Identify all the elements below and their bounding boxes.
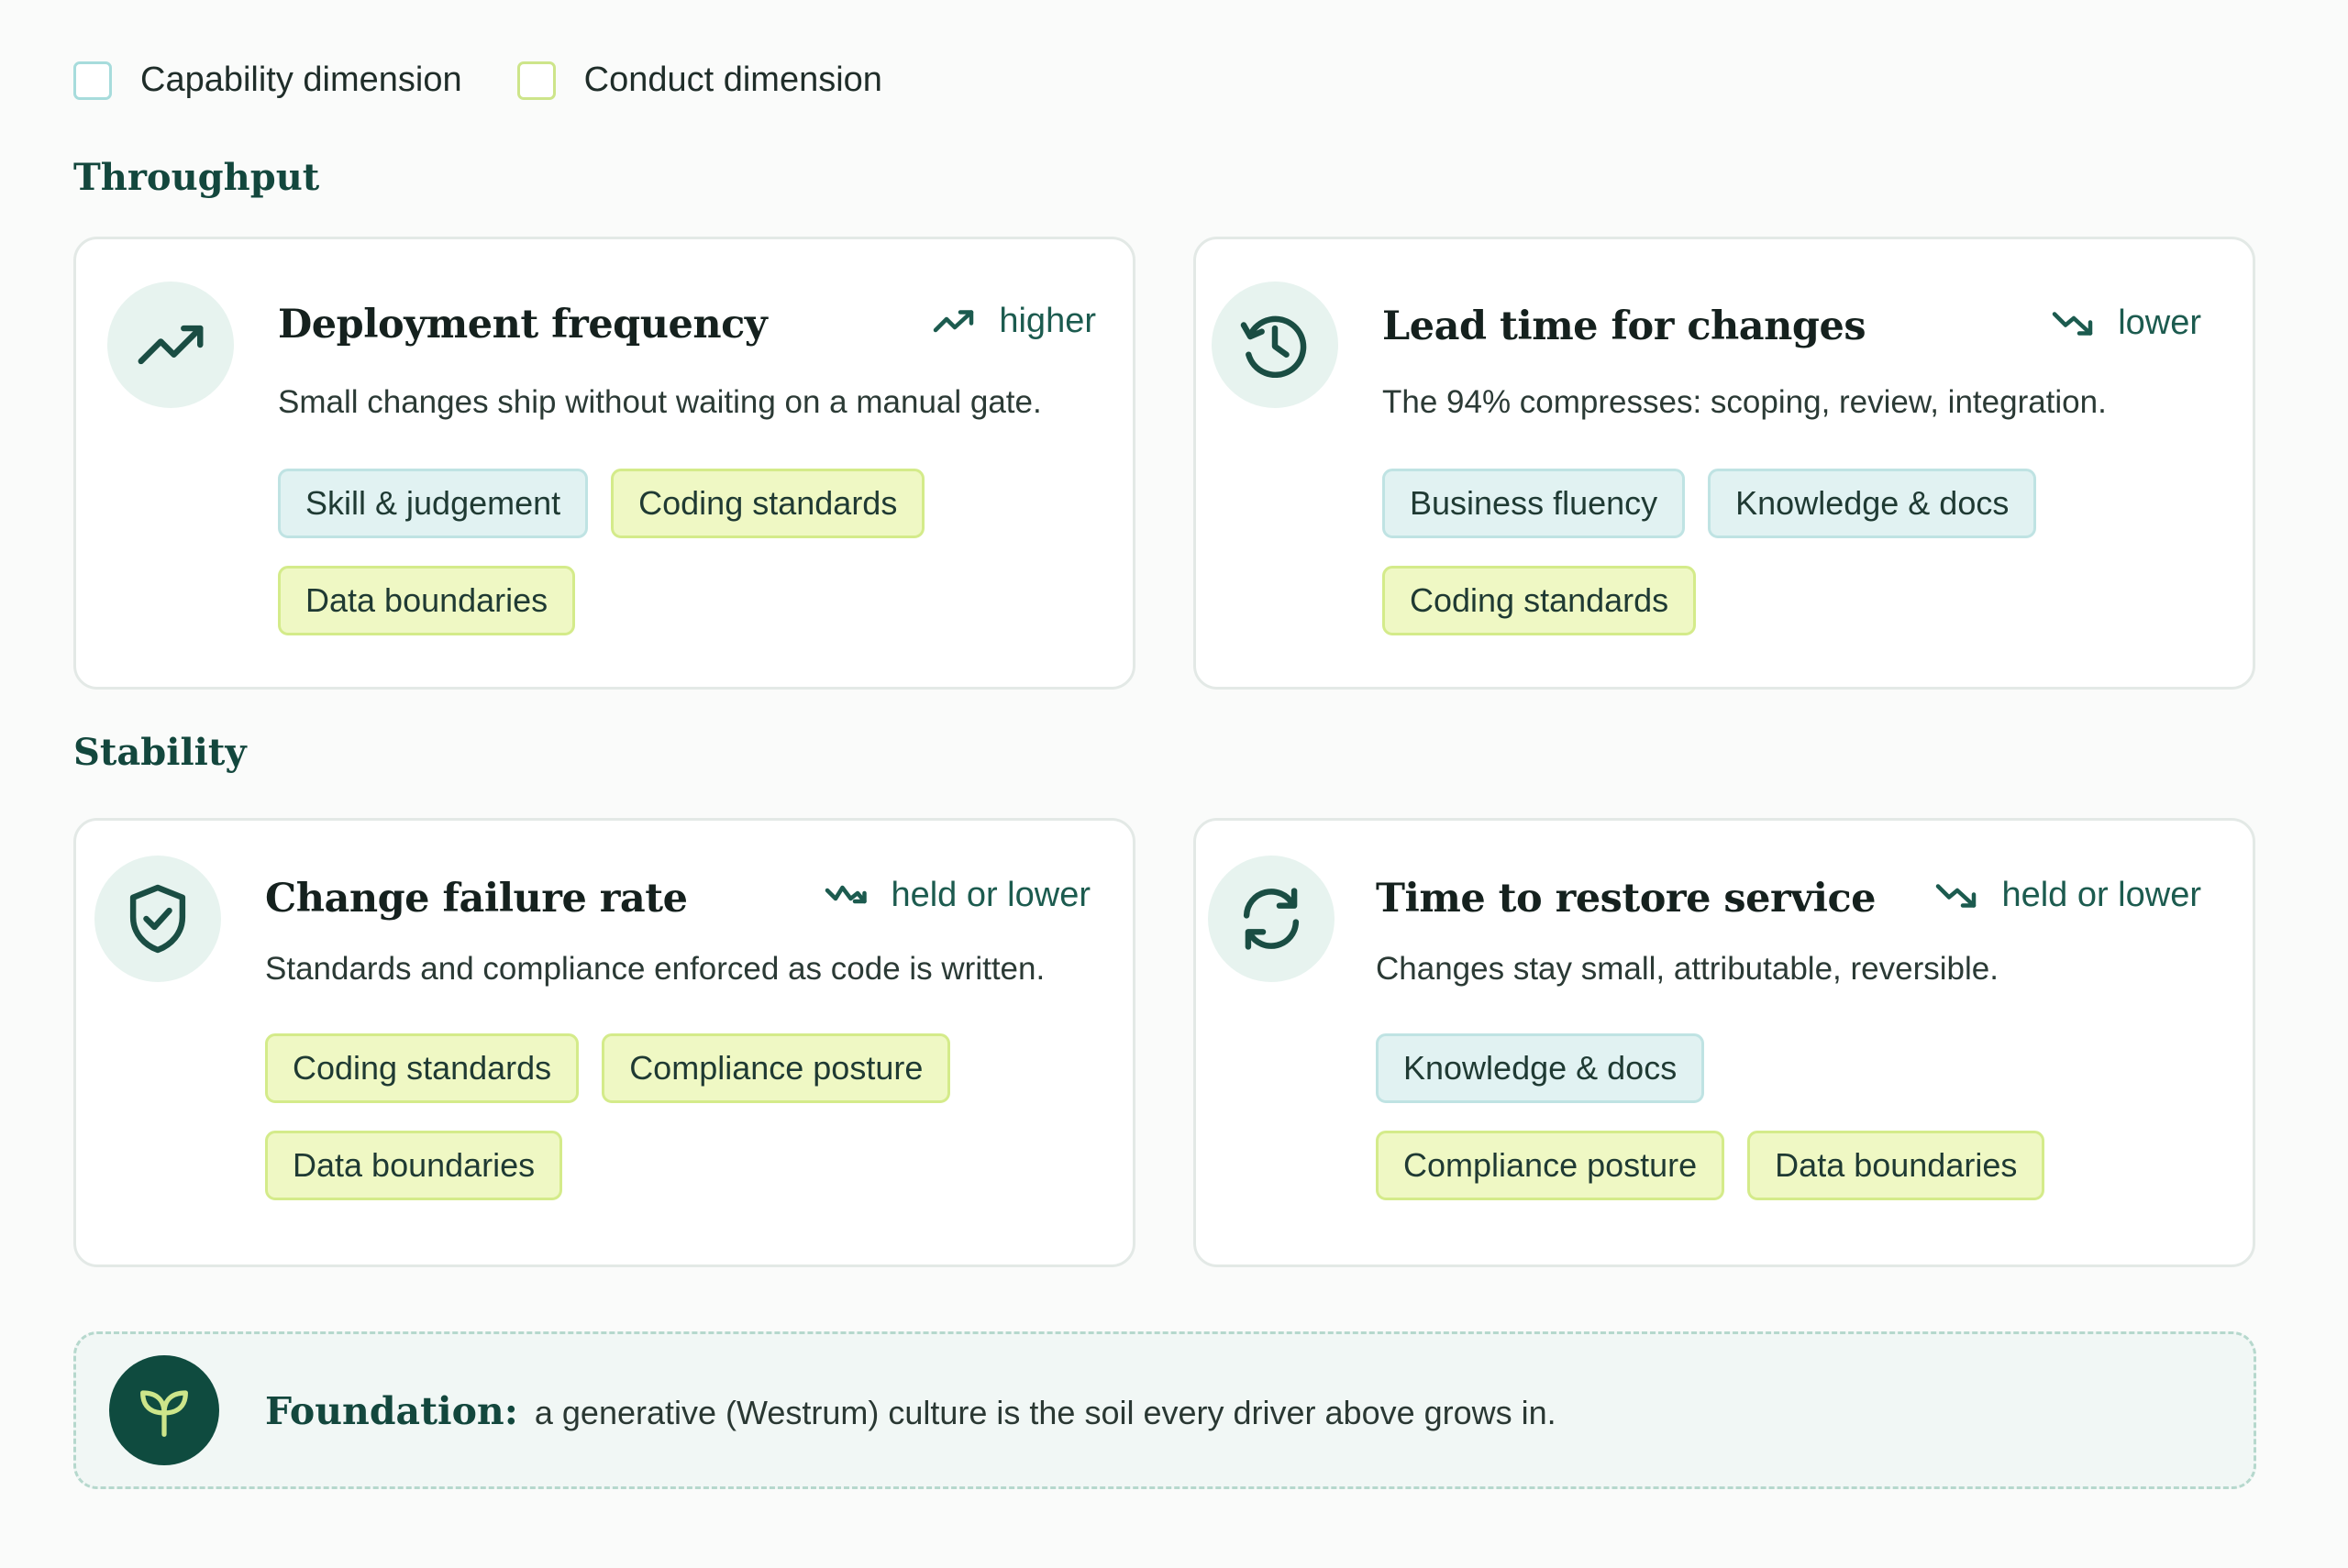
- card-title: Change failure rate: [265, 876, 688, 922]
- card-deployment-frequency: Deployment frequency higher Small change…: [73, 237, 1135, 690]
- refresh-icon: [1208, 856, 1335, 982]
- card-title: Lead time for changes: [1382, 304, 1866, 349]
- foundation-banner: Foundation: a generative (Westrum) cultu…: [73, 1331, 2256, 1489]
- card-title: Time to restore service: [1376, 876, 1877, 922]
- card-title: Deployment frequency: [278, 302, 768, 348]
- tag-coding-standards[interactable]: Coding standards: [611, 469, 925, 538]
- card-time-to-restore: Time to restore service held or lower Ch…: [1193, 818, 2255, 1267]
- tag-knowledge-docs[interactable]: Knowledge & docs: [1708, 469, 2037, 538]
- tag-knowledge-docs[interactable]: Knowledge & docs: [1376, 1033, 1705, 1103]
- tag-data-boundaries[interactable]: Data boundaries: [278, 566, 576, 635]
- tag-list: Coding standards Compliance posture Data…: [265, 1033, 962, 1200]
- card-description: Standards and compliance enforced as cod…: [265, 951, 1046, 987]
- section-title-throughput: Throughput: [73, 156, 320, 199]
- legend-conduct[interactable]: Conduct dimension: [516, 61, 882, 100]
- trend-zigzag-down-icon: [825, 885, 868, 903]
- sprout-icon: [109, 1355, 219, 1465]
- tag-compliance-posture[interactable]: Compliance posture: [602, 1033, 951, 1103]
- trend-label: held or lower: [891, 876, 1091, 914]
- tag-data-boundaries[interactable]: Data boundaries: [1747, 1131, 2045, 1200]
- capability-checkbox[interactable]: [73, 61, 112, 100]
- trend-indicator: lower: [2052, 304, 2201, 343]
- trend-indicator: held or lower: [825, 876, 1091, 915]
- tag-list: Business fluency Knowledge & docs Coding…: [1382, 469, 2079, 635]
- tag-skill-judgement[interactable]: Skill & judgement: [278, 469, 589, 538]
- tag-coding-standards[interactable]: Coding standards: [265, 1033, 580, 1103]
- page: Capability dimension Conduct dimension T…: [0, 0, 2348, 1568]
- section-title-stability: Stability: [73, 731, 247, 774]
- trend-down-icon: [2052, 311, 2093, 336]
- tag-list: Skill & judgement Coding standards Data …: [278, 469, 975, 635]
- tag-compliance-posture[interactable]: Compliance posture: [1376, 1131, 1725, 1200]
- trend-indicator: held or lower: [1935, 876, 2201, 915]
- foundation-body: a generative (Westrum) culture is the so…: [534, 1394, 1556, 1431]
- trending-up-icon: [107, 282, 234, 408]
- shield-check-icon: [94, 856, 221, 982]
- legend-conduct-label: Conduct dimension: [583, 61, 882, 99]
- trend-down-icon: [1936, 883, 1977, 908]
- trend-up-icon: [934, 309, 974, 332]
- card-change-failure-rate: Change failure rate held or lower Standa…: [73, 818, 1135, 1267]
- foundation-text: Foundation: a generative (Westrum) cultu…: [265, 1389, 1556, 1433]
- history-clock-icon: [1212, 282, 1338, 408]
- conduct-checkbox[interactable]: [516, 61, 556, 100]
- card-lead-time: Lead time for changes lower The 94% comp…: [1193, 237, 2255, 690]
- tag-coding-standards[interactable]: Coding standards: [1382, 566, 1697, 635]
- card-description: Changes stay small, attributable, revers…: [1376, 951, 1999, 987]
- trend-label: lower: [2118, 304, 2201, 342]
- tag-data-boundaries[interactable]: Data boundaries: [265, 1131, 563, 1200]
- legend-capability-label: Capability dimension: [140, 61, 462, 99]
- tag-business-fluency[interactable]: Business fluency: [1382, 469, 1686, 538]
- tag-list: Knowledge & docs Compliance posture Data…: [1376, 1033, 2073, 1200]
- trend-label: held or lower: [2001, 876, 2201, 914]
- trend-label: higher: [999, 302, 1096, 340]
- card-description: Small changes ship without waiting on a …: [278, 384, 1042, 420]
- legend: Capability dimension Conduct dimension: [73, 61, 937, 100]
- card-description: The 94% compresses: scoping, review, int…: [1382, 384, 2107, 420]
- foundation-label: Foundation:: [265, 1389, 518, 1433]
- trend-indicator: higher: [933, 302, 1096, 341]
- legend-capability[interactable]: Capability dimension: [73, 61, 462, 100]
